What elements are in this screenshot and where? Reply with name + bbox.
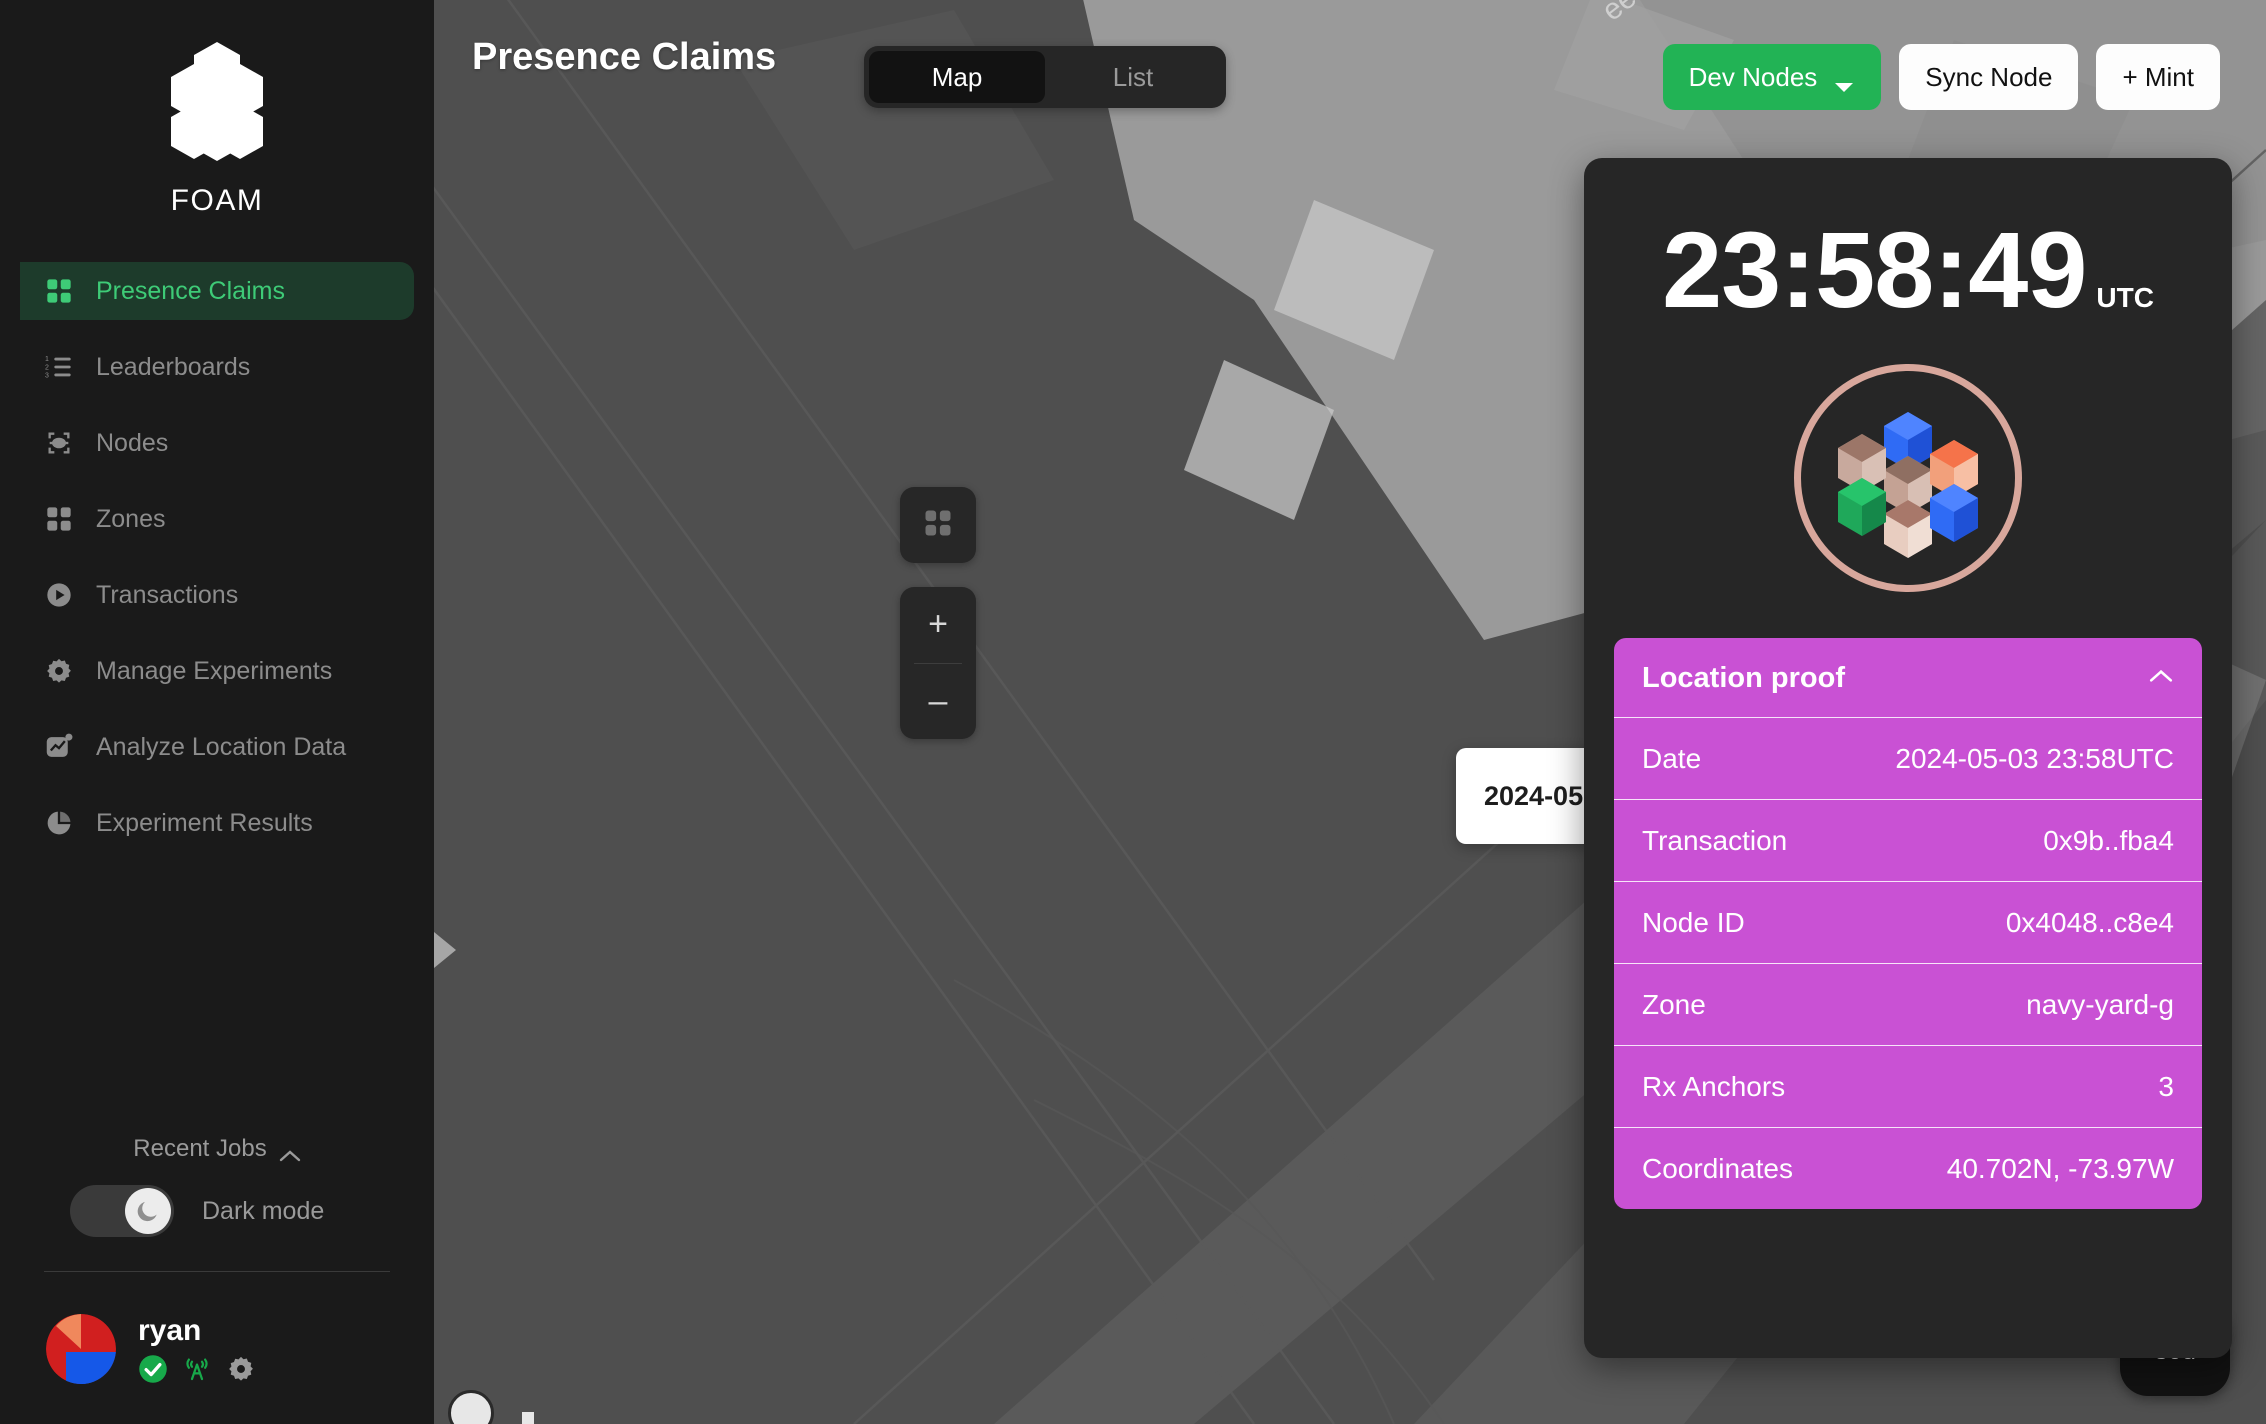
zoom-out-button[interactable]: –	[900, 664, 976, 740]
location-proof-card: Location proof Date 2024-05-03 23:58UTC …	[1614, 638, 2202, 1209]
sidebar-collapse-handle[interactable]	[434, 920, 460, 980]
recent-jobs-toggle[interactable]: Recent Jobs	[0, 1135, 434, 1163]
page-title: Presence Claims	[472, 36, 777, 78]
view-toggle: Map List	[864, 46, 1226, 108]
grid-squares-icon	[44, 504, 74, 534]
zoom-in-button[interactable]: +	[900, 587, 976, 663]
tab-map[interactable]: Map	[869, 51, 1045, 103]
proof-key: Zone	[1642, 988, 1706, 1020]
sidebar-item-analyze-location-data[interactable]: Analyze Location Data	[0, 718, 434, 776]
proof-key: Rx Anchors	[1642, 1070, 1786, 1102]
brand-name: FOAM	[170, 184, 264, 217]
recent-jobs-label: Recent Jobs	[133, 1135, 267, 1162]
sync-node-button[interactable]: Sync Node	[1899, 44, 2079, 110]
proof-value: 40.702N, -73.97W	[1946, 1152, 2174, 1184]
sidebar-item-zones[interactable]: Zones	[0, 490, 434, 548]
tab-list[interactable]: List	[1045, 51, 1221, 103]
proof-key: Node ID	[1642, 906, 1745, 938]
map-attribution-chip	[522, 1412, 534, 1424]
proof-row-coordinates: Coordinates 40.702N, -73.97W	[1614, 1127, 2202, 1209]
svg-text:1: 1	[45, 356, 49, 363]
dev-nodes-label: Dev Nodes	[1688, 61, 1818, 92]
location-proof-title: Location proof	[1642, 662, 1845, 694]
sidebar-item-nodes[interactable]: Nodes	[0, 414, 434, 472]
scan-node-icon	[44, 428, 74, 458]
proof-value: 2024-05-03 23:58UTC	[1895, 742, 2174, 774]
clock-time: 23:58:49	[1662, 209, 2087, 330]
location-proof-header[interactable]: Location proof	[1614, 638, 2202, 717]
proof-key: Transaction	[1642, 824, 1788, 856]
user-name: ryan	[138, 1314, 202, 1347]
avatar	[46, 1314, 116, 1384]
sidebar-item-presence-claims[interactable]: Presence Claims	[20, 262, 414, 320]
sidebar-item-label: Zones	[96, 504, 166, 533]
user-meta: ryan	[138, 1314, 256, 1384]
chart-line-icon	[44, 732, 74, 762]
app-root: FOAM Presence Claims 12 3 Leaderboards No…	[0, 0, 2266, 1424]
sidebar-item-transactions[interactable]: Transactions	[0, 566, 434, 624]
grid-squares-icon	[923, 508, 953, 543]
clock-row: 23:58:49 UTC	[1614, 216, 2202, 324]
proof-key: Date	[1642, 742, 1702, 774]
ordered-list-icon: 12 3	[44, 352, 74, 382]
play-circle-icon	[44, 580, 74, 610]
clock-timezone: UTC	[2096, 282, 2154, 313]
chevron-down-icon	[1833, 70, 1855, 92]
svg-text:2: 2	[45, 364, 49, 371]
dev-nodes-dropdown[interactable]: Dev Nodes	[1662, 44, 1882, 110]
dark-mode-label: Dark mode	[202, 1196, 325, 1225]
sidebar-item-label: Experiment Results	[96, 808, 313, 837]
top-actions: Dev Nodes Sync Node + Mint	[1662, 44, 2220, 110]
chevron-up-icon[interactable]	[2148, 668, 2174, 689]
sidebar-bottom: Recent Jobs Dark mode ryan	[0, 1135, 434, 1424]
foam-cubes-color-logo-icon	[1794, 364, 2022, 592]
chevron-up-icon	[279, 1142, 301, 1162]
gear-icon[interactable]	[226, 1354, 256, 1384]
proof-row-transaction: Transaction 0x9b..fba4	[1614, 799, 2202, 881]
dark-mode-row: Dark mode	[0, 1185, 434, 1237]
gear-icon	[44, 656, 74, 686]
svg-text:3: 3	[45, 373, 49, 380]
proof-value[interactable]: 0x4048..c8e4	[2006, 907, 2174, 939]
broadcast-tower-icon[interactable]	[182, 1354, 212, 1384]
sidebar-item-label: Analyze Location Data	[96, 732, 347, 761]
proof-row-zone: Zone navy-yard-g	[1614, 963, 2202, 1045]
sidebar-item-label: Nodes	[96, 428, 169, 457]
user-status-icons	[138, 1354, 256, 1384]
sidebar-item-label: Leaderboards	[96, 352, 251, 381]
proof-value[interactable]: 0x9b..fba4	[2043, 825, 2174, 857]
map-layers-button[interactable]	[900, 487, 976, 563]
sidebar-item-label: Presence Claims	[96, 276, 285, 305]
map-zoom-controls: + –	[900, 587, 976, 739]
sidebar-item-manage-experiments[interactable]: Manage Experiments	[0, 642, 434, 700]
map-view[interactable]: ee Ave Presence Claims Map List Dev Node…	[434, 0, 2266, 1424]
pie-chart-icon	[44, 808, 74, 838]
user-profile[interactable]: ryan	[0, 1272, 434, 1384]
sidebar: FOAM Presence Claims 12 3 Leaderboards No…	[0, 0, 434, 1424]
brand: FOAM	[0, 0, 434, 218]
claim-detail-panel: 23:58:49 UTC Location proof Date 2024-05…	[1584, 158, 2232, 1358]
proof-row-date: Date 2024-05-03 23:58UTC	[1614, 717, 2202, 799]
grid-squares-icon	[44, 276, 74, 306]
dark-mode-toggle[interactable]	[70, 1185, 174, 1237]
proof-value: 3	[2158, 1070, 2174, 1102]
proof-row-rx-anchors: Rx Anchors 3	[1614, 1045, 2202, 1127]
proof-value: navy-yard-g	[2026, 988, 2174, 1020]
sidebar-item-label: Transactions	[96, 580, 239, 609]
moon-icon	[125, 1188, 171, 1234]
sidebar-item-leaderboards[interactable]: 12 3 Leaderboards	[0, 338, 434, 396]
sidebar-item-experiment-results[interactable]: Experiment Results	[0, 794, 434, 852]
sidebar-item-label: Manage Experiments	[96, 656, 333, 685]
mint-button[interactable]: + Mint	[2096, 44, 2220, 110]
check-circle-icon[interactable]	[138, 1354, 168, 1384]
proof-key: Coordinates	[1642, 1152, 1793, 1184]
sidebar-nav: Presence Claims 12 3 Leaderboards Nodes Z…	[0, 262, 434, 870]
foam-cubes-logo-icon	[154, 38, 280, 166]
proof-row-node-id: Node ID 0x4048..c8e4	[1614, 881, 2202, 963]
